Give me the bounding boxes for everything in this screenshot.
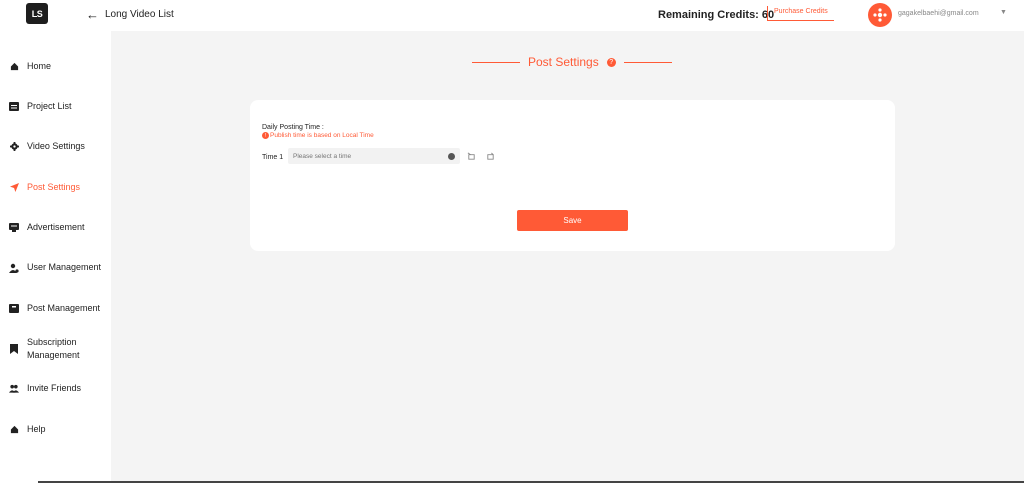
- user-email[interactable]: gagakelbaehi@gmail.com: [898, 10, 979, 17]
- ad-icon: [9, 223, 19, 233]
- sidebar-item-label: Help: [27, 424, 46, 434]
- logo-text: LS: [31, 8, 43, 19]
- sidebar-item-label: Post Management: [27, 303, 101, 313]
- sidebar-item-user-management[interactable]: User Management: [0, 261, 111, 274]
- sidebar-item-post-settings[interactable]: Post Settings: [0, 181, 111, 194]
- sidebar-item-label: Subscription Management: [27, 337, 80, 360]
- list-icon: [9, 102, 19, 112]
- page-title: Post Settings ?: [472, 54, 672, 70]
- gear-icon: [9, 142, 19, 152]
- time-1-input[interactable]: [288, 148, 460, 164]
- back-link[interactable]: ← Long Video List: [86, 8, 174, 21]
- sidebar-item-label: Video Settings: [27, 141, 85, 151]
- local-time-note: ! Publish time is based on Local Time: [262, 132, 374, 139]
- users-icon: [9, 384, 19, 394]
- bookmark-icon: [9, 344, 19, 354]
- clock-icon: [448, 153, 455, 160]
- time-1-label: Time 1: [262, 154, 284, 161]
- daily-posting-time-label: Daily Posting Time :: [262, 124, 324, 131]
- inbox-icon: [9, 304, 19, 314]
- back-label: Long Video List: [105, 9, 174, 20]
- sidebar-item-label: Invite Friends: [27, 383, 82, 393]
- avatar-icon: [873, 8, 887, 22]
- sidebar-item-label: Post Settings: [27, 182, 81, 192]
- local-time-note-text: Publish time is based on Local Time: [270, 132, 374, 139]
- remove-time-icon[interactable]: [486, 152, 495, 161]
- title-left-rule: [472, 61, 520, 63]
- sidebar-item-subscription-management[interactable]: Subscription Management: [0, 336, 111, 362]
- sidebar-item-video-settings[interactable]: Video Settings: [0, 140, 111, 153]
- save-button[interactable]: Save: [517, 210, 628, 231]
- add-time-icon[interactable]: [467, 152, 476, 161]
- help-home-icon: [9, 425, 19, 435]
- sidebar-item-help[interactable]: Help: [0, 423, 111, 436]
- chevron-down-icon[interactable]: ▼: [1000, 9, 1007, 16]
- send-icon: [9, 183, 19, 193]
- sidebar-item-home[interactable]: Home: [0, 60, 111, 73]
- home-icon: [9, 62, 19, 72]
- title-right-rule: [623, 61, 672, 63]
- sidebar-item-label: Home: [27, 61, 52, 71]
- app-logo[interactable]: LS: [26, 3, 48, 24]
- arrow-left-icon: ←: [86, 7, 99, 22]
- sidebar-item-label: Advertisement: [27, 222, 85, 232]
- remaining-credits: Remaining Credits: 60: [658, 9, 775, 21]
- avatar[interactable]: [868, 3, 892, 27]
- warning-icon: !: [262, 132, 269, 139]
- user-gear-icon: [9, 263, 19, 273]
- help-icon[interactable]: ?: [606, 57, 616, 67]
- sidebar-item-project-list[interactable]: Project List: [0, 100, 111, 113]
- sidebar-item-advertisement[interactable]: Advertisement: [0, 221, 111, 234]
- sidebar-item-label: Project List: [27, 101, 72, 111]
- sidebar-item-invite-friends[interactable]: Invite Friends: [0, 382, 111, 395]
- purchase-credits-button[interactable]: Purchase Credits: [767, 6, 834, 21]
- top-bar: LS ← Long Video List Remaining Credits: …: [0, 0, 1024, 31]
- sidebar: Home Project List Video Settings Post Se…: [0, 31, 111, 483]
- sidebar-item-label: User Management: [27, 262, 102, 272]
- post-settings-card: Daily Posting Time : ! Publish time is b…: [250, 100, 895, 251]
- sidebar-item-post-management[interactable]: Post Management: [0, 302, 111, 315]
- page-title-text: Post Settings: [528, 55, 599, 69]
